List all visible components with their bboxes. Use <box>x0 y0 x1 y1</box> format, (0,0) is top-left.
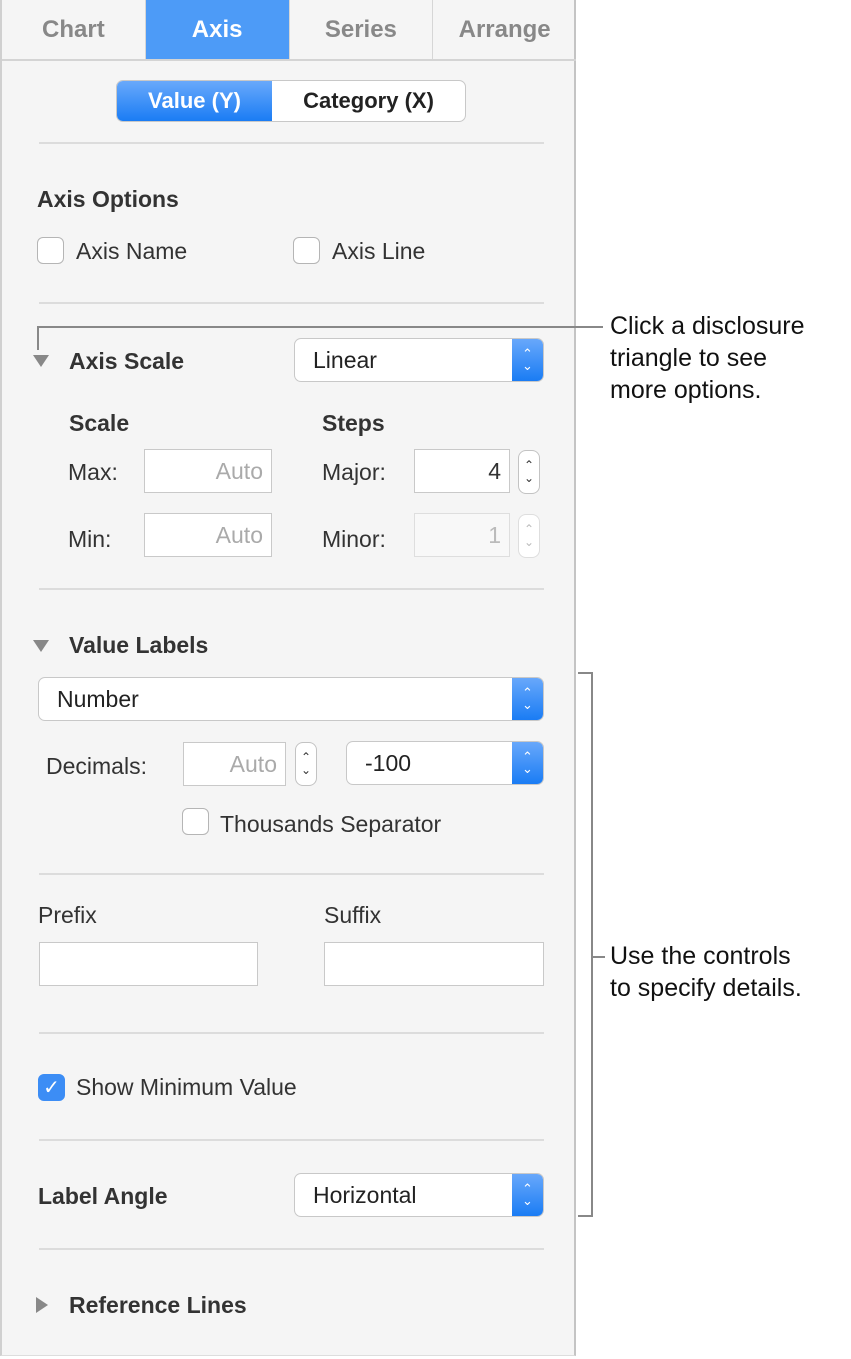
tab-arrange[interactable]: Arrange <box>433 0 576 59</box>
suffix-input[interactable] <box>324 942 544 986</box>
minor-steps-stepper[interactable]: ⌃ ⌄ <box>518 514 540 558</box>
callout-bracket <box>591 672 593 1217</box>
tab-axis[interactable]: Axis <box>145 0 290 59</box>
label-angle-value: Horizontal <box>313 1182 417 1208</box>
category-x-segment[interactable]: Category (X) <box>272 81 465 121</box>
value-format-popup[interactable]: Number ⌃ ⌄ <box>38 677 544 721</box>
popup-arrows-icon: ⌃ ⌄ <box>512 1174 543 1216</box>
axis-scale-value: Linear <box>313 347 377 373</box>
divider <box>39 302 544 304</box>
callout-leader-line <box>37 326 603 328</box>
tab-chart[interactable]: Chart <box>2 0 146 59</box>
inspector-tabs: Chart Axis Series Arrange <box>2 0 576 61</box>
decimals-field[interactable]: Auto <box>183 742 286 786</box>
thousands-separator-checkbox[interactable] <box>182 808 209 835</box>
decimals-stepper[interactable]: ⌃ ⌄ <box>295 742 317 786</box>
min-field[interactable]: Auto <box>144 513 272 557</box>
controls-callout: Use the controls to specify details. <box>610 942 802 1002</box>
callout-bracket <box>578 1215 592 1217</box>
disclosure-callout: Click a disclosure triangle to see more op… <box>610 312 805 404</box>
value-labels-heading: Value Labels <box>69 632 209 658</box>
popup-arrows-icon: ⌃ ⌄ <box>512 678 543 720</box>
prefix-label: Prefix <box>38 902 97 928</box>
callout-bracket <box>593 956 605 958</box>
axis-scale-popup[interactable]: Linear ⌃ ⌄ <box>294 338 544 382</box>
format-inspector: Chart Axis Series Arrange Value (Y) Cate… <box>0 0 576 1356</box>
popup-arrows-icon: ⌃ ⌄ <box>512 339 543 381</box>
minor-label: Minor: <box>322 526 386 552</box>
major-steps-field[interactable]: 4 <box>414 449 510 493</box>
thousands-separator-label: Thousands Separator <box>220 811 442 837</box>
axis-line-label: Axis Line <box>332 238 426 264</box>
divider <box>39 1032 544 1034</box>
minor-steps-field[interactable]: 1 <box>414 513 510 557</box>
divider <box>39 142 544 144</box>
divider <box>39 588 544 590</box>
axis-line-checkbox[interactable] <box>293 237 320 264</box>
callout-leader-line <box>37 326 39 350</box>
divider <box>39 1139 544 1141</box>
axis-scale-disclosure-triangle-icon[interactable] <box>33 355 49 367</box>
major-label: Major: <box>322 459 386 485</box>
value-format-value: Number <box>57 686 139 712</box>
value-labels-disclosure-triangle-icon[interactable] <box>33 640 49 652</box>
label-angle-label: Label Angle <box>38 1183 168 1209</box>
axis-name-label: Axis Name <box>76 238 188 264</box>
tab-series[interactable]: Series <box>290 0 434 59</box>
show-minimum-value-label: Show Minimum Value <box>76 1074 297 1100</box>
major-steps-stepper[interactable]: ⌃ ⌄ <box>518 450 540 494</box>
value-y-segment[interactable]: Value (Y) <box>117 81 272 121</box>
check-icon: ✓ <box>43 1077 60 1099</box>
prefix-input[interactable] <box>39 942 258 986</box>
suffix-label: Suffix <box>324 902 382 928</box>
decimals-label: Decimals: <box>46 753 147 779</box>
max-field[interactable]: Auto <box>144 449 272 493</box>
callout-bracket <box>578 672 592 674</box>
negative-number-format-popup[interactable]: -100 ⌃ ⌄ <box>346 741 544 785</box>
axis-options-heading: Axis Options <box>37 186 179 212</box>
max-label: Max: <box>68 459 118 485</box>
show-minimum-value-checkbox[interactable]: ✓ <box>38 1074 65 1101</box>
divider <box>39 1248 544 1250</box>
reference-lines-disclosure-triangle-icon[interactable] <box>36 1297 48 1313</box>
axis-segmented-control: Value (Y) Category (X) <box>116 80 466 122</box>
popup-arrows-icon: ⌃ ⌄ <box>512 742 543 784</box>
scale-heading: Scale <box>69 410 130 436</box>
negative-format-value: -100 <box>365 750 412 776</box>
axis-name-checkbox[interactable] <box>37 237 64 264</box>
label-angle-popup[interactable]: Horizontal ⌃ ⌄ <box>294 1173 544 1217</box>
axis-scale-heading: Axis Scale <box>69 348 185 374</box>
reference-lines-heading: Reference Lines <box>69 1292 247 1318</box>
divider <box>39 873 544 875</box>
min-label: Min: <box>68 526 112 552</box>
steps-heading: Steps <box>322 410 385 436</box>
